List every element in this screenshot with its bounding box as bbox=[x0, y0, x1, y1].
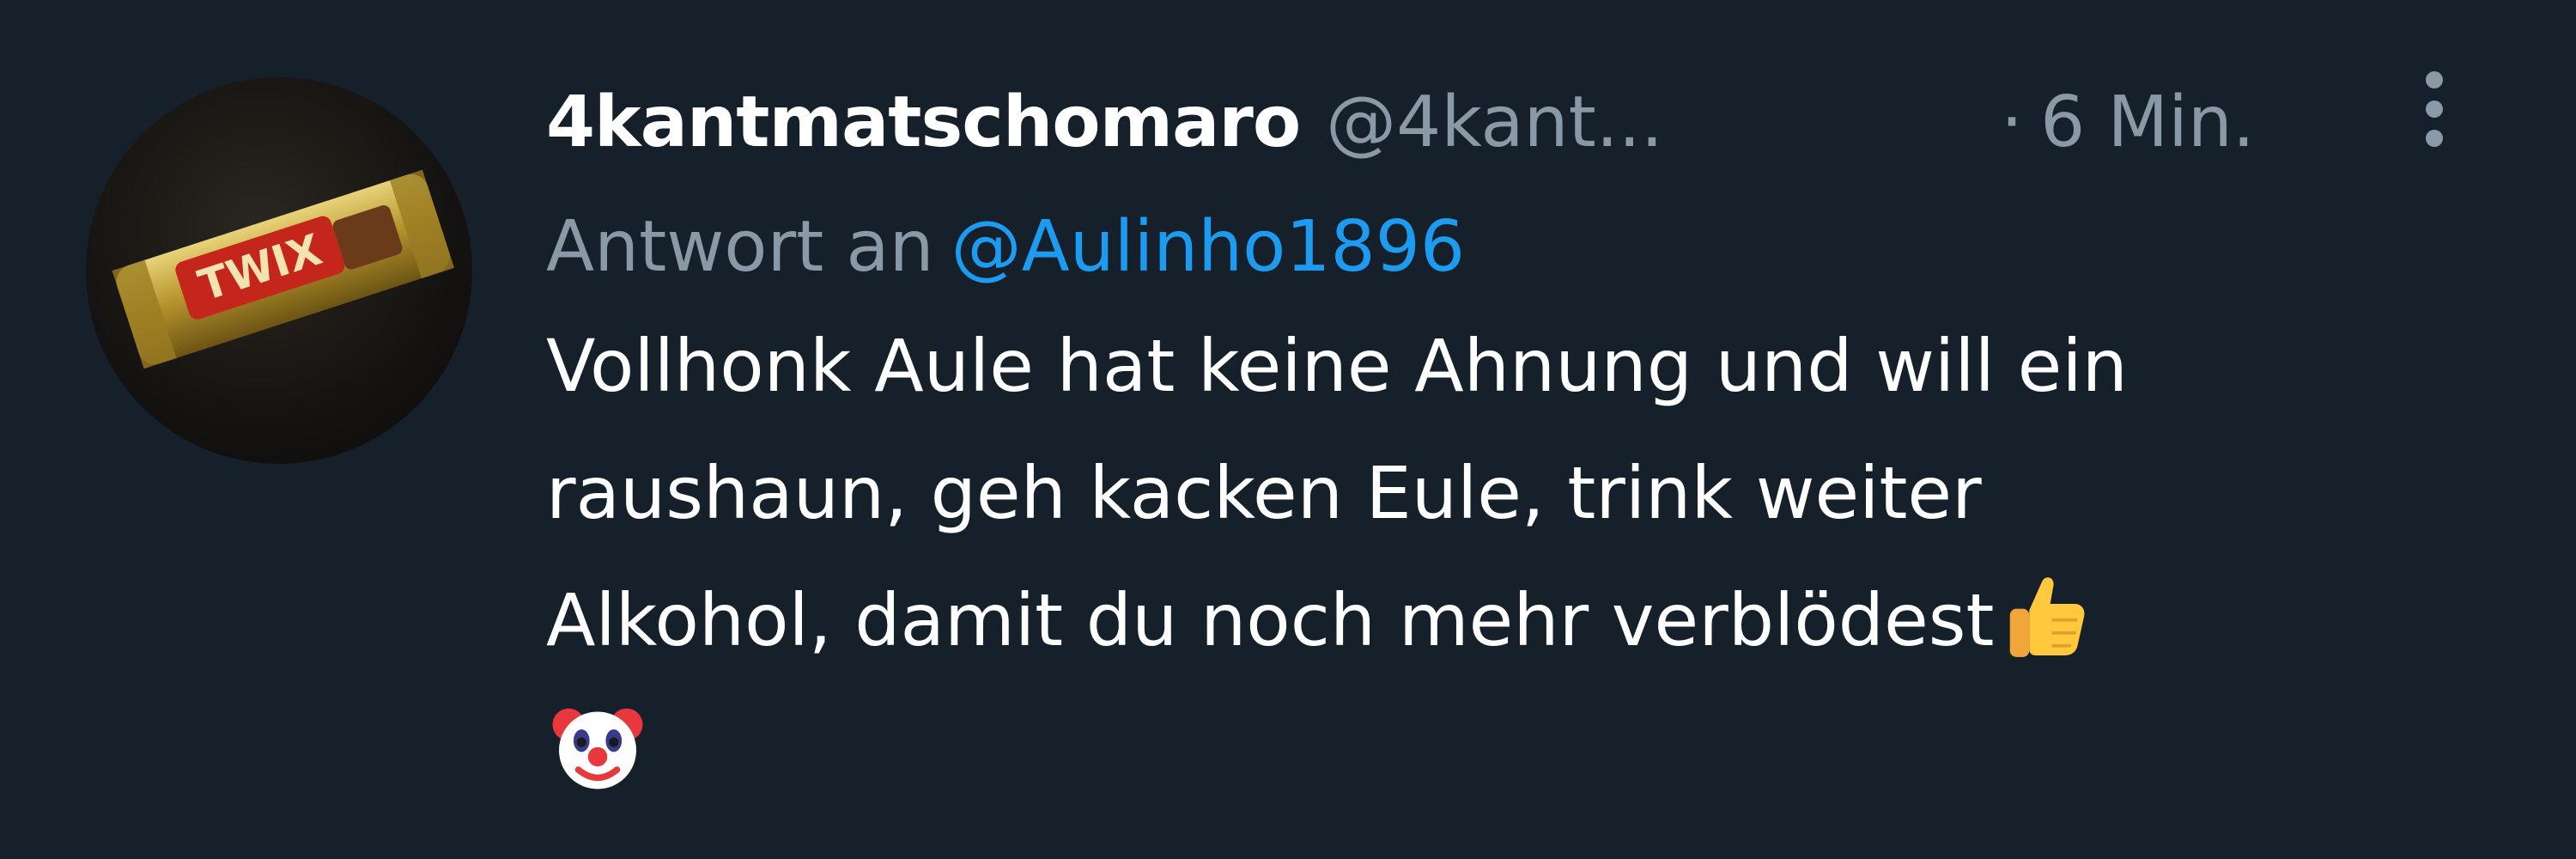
tweet-text-line: Vollhonk Aule hat keine Ahnung und will … bbox=[546, 324, 2128, 408]
author-handle[interactable]: @4kant... bbox=[1326, 82, 1663, 163]
time-label: 6 Min. bbox=[2040, 81, 2255, 163]
tweet-text-line: raushaun, geh kacken Eule, trink weiter bbox=[546, 451, 1982, 535]
tweet[interactable]: TWIX 4kantmatschomaro @4kant... · 6 Min.… bbox=[0, 0, 2576, 859]
author-display-name[interactable]: 4kantmatschomaro bbox=[546, 82, 1301, 163]
tweet-header: 4kantmatschomaro @4kant... bbox=[546, 79, 1663, 165]
reply-context: Antwort an @Aulinho1896 bbox=[546, 206, 1465, 288]
tweet-text-line: Alkohol, damit du noch mehr verblödest bbox=[546, 557, 2521, 684]
tweet-timestamp[interactable]: · 6 Min. bbox=[2001, 79, 2255, 165]
more-options-button[interactable] bbox=[2404, 53, 2464, 165]
twix-bar-icon: TWIX bbox=[112, 169, 454, 369]
avatar[interactable]: TWIX bbox=[86, 77, 472, 464]
reply-mention-link[interactable]: @Aulinho1896 bbox=[951, 206, 1465, 288]
more-dots-icon bbox=[2426, 71, 2443, 88]
separator-dot: · bbox=[2001, 81, 2024, 163]
tweet-text-line bbox=[546, 684, 2521, 811]
tweet-text-segment: Alkohol, damit du noch mehr verblödest bbox=[546, 578, 1995, 662]
tweet-text: Vollhonk Aule hat keine Ahnung und will … bbox=[546, 302, 2521, 811]
thumbs-up-icon bbox=[2010, 577, 2085, 657]
clown-face-icon bbox=[552, 708, 643, 789]
reply-prefix: Antwort an bbox=[546, 206, 934, 288]
